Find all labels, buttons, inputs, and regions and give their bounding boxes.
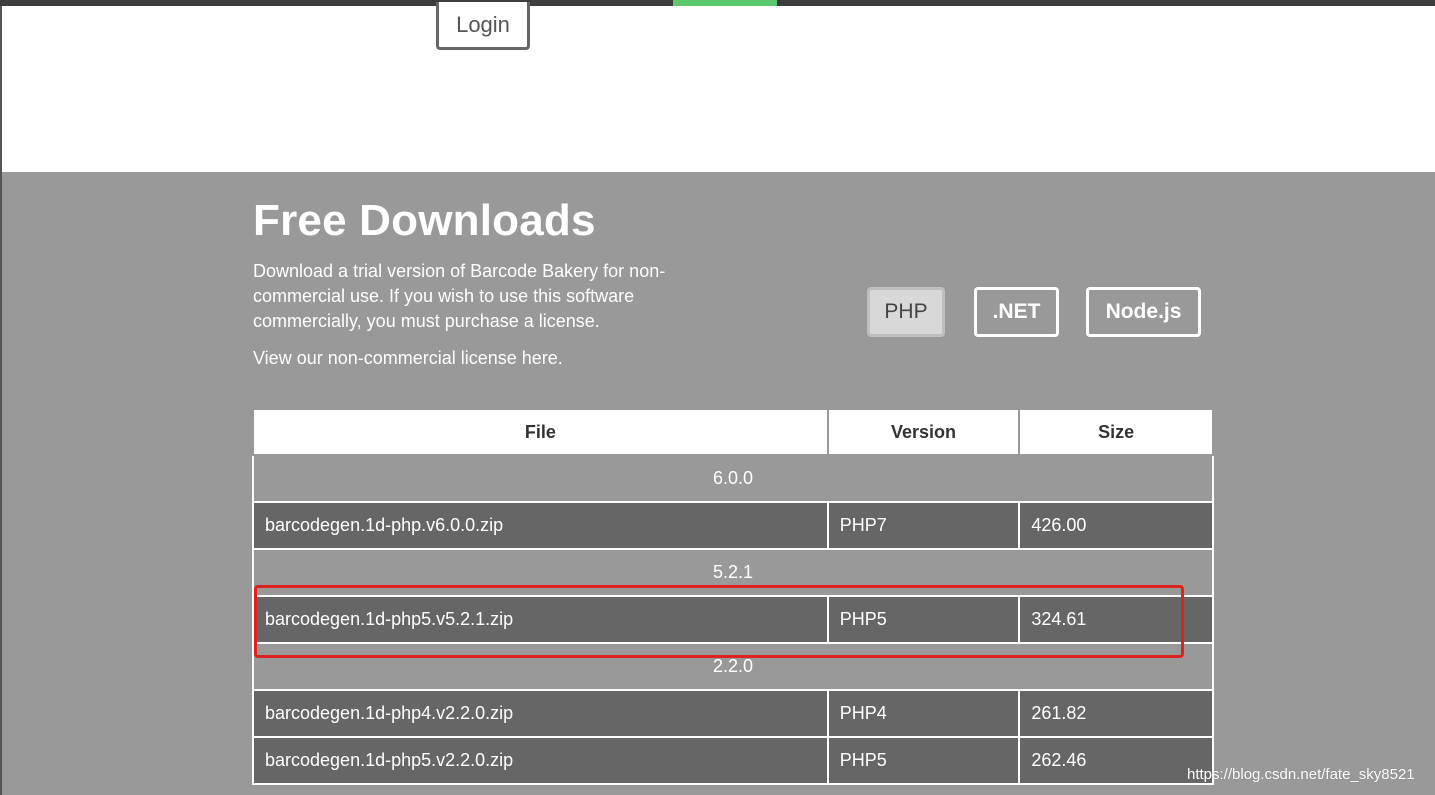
file-name-link[interactable]: barcodegen.1d-php5.v2.2.0.zip xyxy=(252,736,829,785)
file-size: 324.61 xyxy=(1018,595,1214,644)
column-header-size: Size xyxy=(1018,408,1214,456)
header-area xyxy=(0,6,1435,172)
version-group-row: 5.2.1 xyxy=(252,548,1214,597)
file-version: PHP5 xyxy=(826,736,1021,785)
version-group-row: 6.0.0 xyxy=(252,454,1214,503)
table-row[interactable]: barcodegen.1d-php5.v5.2.1.zip PHP5 324.6… xyxy=(252,595,1214,644)
column-header-version: Version xyxy=(826,408,1021,456)
table-header-row: File Version Size xyxy=(252,408,1214,456)
file-size: 426.00 xyxy=(1018,501,1214,550)
tab-nodejs[interactable]: Node.js xyxy=(1086,287,1201,337)
file-size: 261.82 xyxy=(1018,689,1214,738)
table-row[interactable]: barcodegen.1d-php.v6.0.0.zip PHP7 426.00 xyxy=(252,501,1214,550)
table-row[interactable]: barcodegen.1d-php5.v2.2.0.zip PHP5 262.4… xyxy=(252,736,1214,785)
column-header-file: File xyxy=(252,408,829,456)
file-version: PHP5 xyxy=(826,595,1021,644)
file-name-link[interactable]: barcodegen.1d-php.v6.0.0.zip xyxy=(252,501,829,550)
section-description: Download a trial version of Barcode Bake… xyxy=(253,261,666,331)
file-name-link[interactable]: barcodegen.1d-php5.v5.2.1.zip xyxy=(252,595,829,644)
tab-net[interactable]: .NET xyxy=(974,287,1059,337)
tab-php[interactable]: PHP xyxy=(867,287,945,337)
table-row[interactable]: barcodegen.1d-php4.v2.2.0.zip PHP4 261.8… xyxy=(252,689,1214,738)
file-version: PHP4 xyxy=(826,689,1021,738)
file-version: PHP7 xyxy=(826,501,1021,550)
version-group-label: 2.2.0 xyxy=(252,642,1214,691)
version-group-label: 5.2.1 xyxy=(252,548,1214,597)
watermark-text: https://blog.csdn.net/fate_sky8521 xyxy=(1187,766,1415,783)
downloads-table: File Version Size 6.0.0 barcodegen.1d-ph… xyxy=(252,408,1214,785)
page-title: Free Downloads xyxy=(253,196,596,245)
login-button[interactable]: Login xyxy=(436,2,530,50)
license-link[interactable]: View our non-commercial license here. xyxy=(253,346,563,371)
file-size: 262.46 xyxy=(1018,736,1214,785)
file-name-link[interactable]: barcodegen.1d-php4.v2.2.0.zip xyxy=(252,689,829,738)
version-group-label: 6.0.0 xyxy=(252,454,1214,503)
version-group-row: 2.2.0 xyxy=(252,642,1214,691)
